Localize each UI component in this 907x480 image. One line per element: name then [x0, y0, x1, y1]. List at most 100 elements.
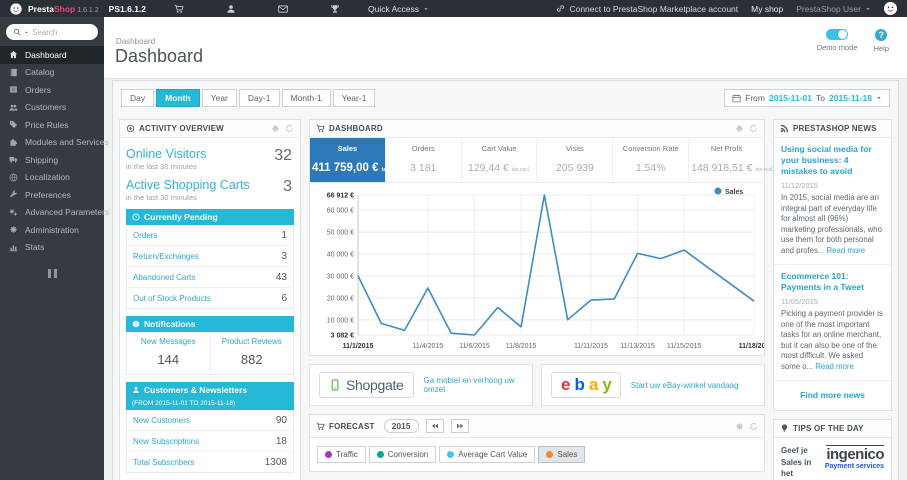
page-header-strip	[104, 17, 907, 79]
sidebar-item-stats[interactable]: Stats	[0, 239, 104, 257]
kpi-visits[interactable]: Visits 205 939	[537, 138, 614, 182]
online-visitors-link[interactable]: Online Visitors	[126, 147, 264, 161]
sidebar-item-advanced-parameters[interactable]: Advanced Parameters	[0, 204, 109, 222]
sidebar-collapse-button[interactable]	[0, 269, 104, 278]
forecast-toggle-conversion[interactable]: Conversion	[368, 446, 437, 463]
sidebar-item-label: Price Rules	[25, 119, 69, 130]
sidebar-item-dashboard[interactable]: Dashboard	[0, 46, 104, 64]
row-label-link[interactable]: Out of Stock Products	[133, 294, 211, 303]
section-title: Notifications	[144, 319, 196, 329]
row-label-link[interactable]: Abandoned Carts	[133, 273, 195, 282]
news-title-link[interactable]: Ecommerce 101: Payments in a Tweet	[781, 271, 884, 293]
read-more-link[interactable]: Read more	[827, 246, 866, 255]
sidebar-item-label: Modules and Services	[25, 137, 109, 148]
demo-mode-toggle[interactable]	[826, 29, 849, 40]
notification-link[interactable]: New Messages	[131, 337, 206, 346]
trophy-icon[interactable]	[330, 4, 340, 14]
forecast-toggle-average-cart-value[interactable]: Average Cart Value	[439, 446, 536, 463]
shopgate-link[interactable]: Ga mobiel en verhoog uw omzet	[424, 376, 523, 394]
my-shop-link[interactable]: My shop	[751, 4, 783, 14]
panel-title: DASHBOARD	[329, 124, 383, 133]
panel-refresh-icon[interactable]	[285, 124, 294, 133]
panel-refresh-icon[interactable]	[749, 124, 758, 133]
series-dot	[447, 451, 455, 458]
skip-back-button[interactable]	[425, 419, 444, 433]
panel-settings-icon[interactable]	[271, 124, 280, 133]
sidebar-item-administration[interactable]: Administration	[0, 221, 104, 239]
row-label-link[interactable]: New Customers	[133, 416, 190, 425]
user-menu[interactable]: PrestaShop User	[796, 4, 871, 14]
shopgate-logo: Shopgate	[319, 372, 414, 398]
tab-day-1[interactable]: Day-1	[238, 89, 280, 107]
sidebar: Dashboard Catalog Orders Customers Price Rul…	[0, 17, 109, 480]
forecast-toggle-traffic[interactable]: Traffic	[317, 446, 366, 463]
tab-year[interactable]: Year	[201, 89, 237, 107]
brand-presta: Presta	[28, 3, 54, 14]
wrench-icon	[9, 190, 18, 199]
notification-cell: Product Reviews 882	[211, 332, 294, 374]
kpi-conversion-rate[interactable]: Conversion Rate 1.54%	[613, 138, 690, 182]
sidebar-item-shipping[interactable]: Shipping	[0, 151, 104, 169]
prestashop-logo[interactable]	[10, 2, 22, 15]
active-carts-link[interactable]: Active Shopping Carts	[126, 178, 264, 192]
online-visitors-value: 32	[274, 147, 292, 164]
help-icon[interactable]: ?	[875, 29, 888, 41]
lightbulb-icon	[780, 424, 789, 433]
sidebar-item-catalog[interactable]: Catalog	[0, 64, 104, 82]
kpi-orders[interactable]: Orders 3 181	[385, 138, 462, 182]
kpi-value: 3 181	[410, 162, 437, 174]
tab-year-1[interactable]: Year-1	[332, 89, 376, 107]
panel-settings-icon[interactable]	[735, 422, 744, 431]
envelope-icon[interactable]	[278, 4, 288, 14]
svg-text:3 082 €: 3 082 €	[331, 333, 354, 340]
svg-text:11/15/2015: 11/15/2015	[667, 343, 702, 350]
header-tools: Demo mode ? Help	[817, 29, 889, 53]
skip-forward-button[interactable]	[450, 419, 469, 433]
user-avatar[interactable]	[884, 2, 897, 15]
svg-text:30 000 €: 30 000 €	[327, 273, 354, 280]
cart-icon[interactable]	[174, 4, 184, 14]
panel-header: DASHBOARD	[310, 120, 764, 138]
find-more-news-link[interactable]: Find more news	[774, 381, 891, 410]
date-range-button[interactable]: From 2015-11-01 To 2015-11-18	[724, 89, 890, 107]
sidebar-item-modules-and-services[interactable]: Modules and Services	[0, 134, 109, 152]
panel-refresh-icon[interactable]	[749, 421, 758, 431]
news-title-link[interactable]: Using social media for your business: 4 …	[781, 144, 884, 177]
svg-text:66 912 €: 66 912 €	[327, 193, 354, 200]
search-input[interactable]	[32, 27, 91, 37]
person-icon[interactable]	[226, 4, 236, 14]
sidebar-item-localization[interactable]: Localization	[0, 169, 104, 187]
quick-access-menu[interactable]: Quick Access	[368, 4, 429, 14]
tab-day[interactable]: Day	[121, 89, 155, 107]
row-label-link[interactable]: Return/Exchanges	[133, 252, 199, 261]
stats-icon	[9, 243, 18, 252]
read-more-link[interactable]: Read more	[815, 362, 854, 371]
notification-link[interactable]: Product Reviews	[215, 337, 290, 346]
row-label-link[interactable]: Total Subscribers	[133, 458, 194, 467]
sidebar-item-preferences[interactable]: Preferences	[0, 186, 104, 204]
kpi-label: Net Profit	[710, 144, 743, 153]
notification-value: 144	[157, 352, 180, 367]
tab-month-1[interactable]: Month-1	[281, 89, 331, 107]
kpi-cart-value[interactable]: Cart Value 129,44 € tax excl.	[461, 138, 538, 182]
customers-newsletters-header: Customers & Newsletters (FROM 2015-11-01…	[126, 382, 294, 410]
row-label-link[interactable]: Orders	[133, 231, 157, 240]
chevron-down-icon[interactable]	[24, 30, 29, 35]
row-value: 1308	[264, 456, 287, 468]
sidebar-item-orders[interactable]: Orders	[0, 81, 104, 99]
forecast-panel: FORECAST 2015 Traffic Conversion Average C…	[309, 414, 765, 472]
tab-month[interactable]: Month	[156, 89, 200, 107]
sidebar-item-price-rules[interactable]: Price Rules	[0, 116, 104, 134]
kpi-net-profit[interactable]: Net Profit 148 918,51 € tax excl.	[689, 138, 774, 182]
dashboard-panel: DASHBOARD Sales411 759,00 € tax excl.Ord…	[309, 119, 774, 356]
ebay-link[interactable]: Start uw eBay-winkel vandaag	[631, 381, 739, 390]
forecast-toggle-sales[interactable]: Sales	[538, 446, 586, 463]
kpi-sales[interactable]: Sales 411 759,00 € tax excl.	[310, 138, 401, 182]
ads-row: Shopgate Ga mobiel en verhoog uw omzet e…	[309, 364, 765, 406]
marketplace-link[interactable]: Connect to PrestaShop Marketplace accoun…	[556, 4, 738, 14]
panel-header: FORECAST 2015	[310, 415, 764, 438]
row-label-link[interactable]: New Subscriptions	[133, 437, 199, 446]
quick-access-label: Quick Access	[368, 3, 420, 14]
sidebar-item-customers[interactable]: Customers	[0, 99, 104, 117]
panel-settings-icon[interactable]	[735, 124, 744, 133]
